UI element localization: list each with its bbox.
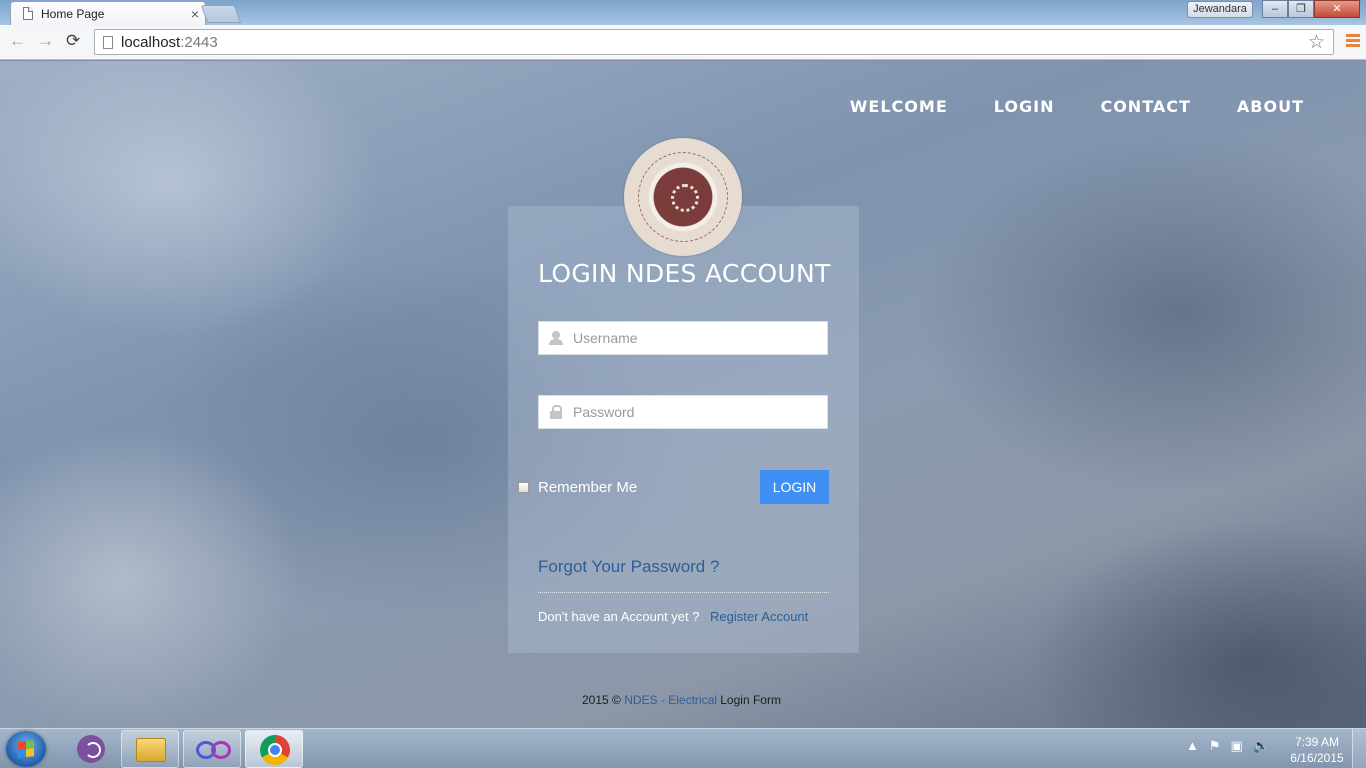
login-title: LOGIN NDES ACCOUNT: [538, 259, 831, 288]
footer-link[interactable]: NDES - Electrical: [624, 693, 717, 707]
taskbar-visual-studio[interactable]: [183, 730, 241, 768]
site-nav: WELCOME LOGIN CONTACT ABOUT: [850, 97, 1304, 116]
clock[interactable]: 7:39 AM 6/16/2015: [1286, 734, 1348, 766]
nav-contact[interactable]: CONTACT: [1100, 97, 1190, 116]
action-center-flag-icon[interactable]: ⚑: [1209, 738, 1221, 754]
password-input[interactable]: [573, 404, 827, 420]
windows-logo-icon: [18, 740, 34, 758]
logo-gear-icon: [671, 184, 699, 212]
start-button[interactable]: [6, 731, 46, 767]
browser-toolbar: ← → ⟳ localhost:2443 ☆: [0, 25, 1366, 60]
page-footer: 2015 © NDES - Electrical Login Form: [582, 693, 781, 707]
taskbar-viber[interactable]: [60, 730, 118, 768]
restore-button[interactable]: ❐: [1288, 0, 1314, 18]
close-window-button[interactable]: ✕: [1314, 0, 1360, 18]
nav-welcome[interactable]: WELCOME: [850, 97, 948, 116]
chrome-icon: [260, 735, 290, 765]
page-viewport: WELCOME LOGIN CONTACT ABOUT LOGIN NDES A…: [0, 61, 1366, 728]
url-host: localhost: [121, 33, 181, 51]
tab-title: Home Page: [41, 6, 105, 21]
browser-menu-icon[interactable]: [1346, 34, 1360, 48]
browser-tab[interactable]: Home Page ×: [10, 1, 206, 25]
network-icon[interactable]: ▣: [1231, 738, 1243, 754]
university-logo: [624, 138, 742, 256]
page-icon: [23, 7, 33, 20]
footer-prefix: 2015 ©: [582, 693, 621, 707]
show-desktop-button[interactable]: [1352, 729, 1366, 768]
forward-button[interactable]: →: [37, 31, 54, 51]
remember-me[interactable]: Remember Me: [518, 479, 637, 496]
back-button[interactable]: ←: [9, 31, 26, 51]
clock-date: 6/16/2015: [1290, 751, 1344, 765]
volume-icon[interactable]: 🔈: [1253, 738, 1269, 754]
forgot-password-link[interactable]: Forgot Your Password ?: [538, 557, 719, 577]
url-port: :2443: [180, 33, 218, 51]
profile-badge[interactable]: Jewandara: [1187, 1, 1253, 18]
taskbar: ▲ ⚑ ▣ 🔈 7:39 AM 6/16/2015: [0, 728, 1366, 768]
user-icon: [549, 331, 563, 345]
remember-label: Remember Me: [538, 479, 638, 496]
footer-suffix: Login Form: [720, 693, 781, 707]
username-input[interactable]: [573, 330, 827, 346]
nav-login[interactable]: LOGIN: [994, 97, 1055, 116]
no-account-text: Don't have an Account yet ?: [538, 609, 700, 624]
clock-time: 7:39 AM: [1294, 735, 1340, 749]
tab-close-icon[interactable]: ×: [191, 6, 199, 22]
address-bar[interactable]: localhost:2443 ☆: [94, 29, 1334, 55]
lock-icon: [549, 405, 563, 419]
system-tray: ▲ ⚑ ▣ 🔈: [1186, 738, 1269, 754]
remember-checkbox[interactable]: [518, 482, 529, 493]
taskbar-chrome[interactable]: [245, 730, 303, 768]
browser-titlebar: Home Page × Jewandara – ❐ ✕: [0, 0, 1366, 25]
bookmark-star-icon[interactable]: ☆: [1308, 31, 1325, 54]
new-tab-button[interactable]: [200, 5, 242, 23]
window-controls: – ❐ ✕: [1262, 0, 1360, 18]
divider: [538, 592, 829, 593]
folder-icon: [136, 738, 166, 762]
password-field[interactable]: [538, 395, 828, 429]
viber-icon: [77, 735, 105, 763]
register-account-link[interactable]: Register Account: [710, 609, 808, 624]
taskbar-explorer[interactable]: [121, 730, 179, 768]
username-field[interactable]: [538, 321, 828, 355]
login-button[interactable]: LOGIN: [760, 470, 829, 504]
nav-about[interactable]: ABOUT: [1237, 97, 1304, 116]
reload-button[interactable]: ⟳: [66, 31, 80, 51]
tray-expand-icon[interactable]: ▲: [1186, 738, 1199, 754]
infinity-icon: [196, 741, 231, 759]
page-icon: [103, 35, 113, 49]
minimize-button[interactable]: –: [1262, 0, 1288, 18]
